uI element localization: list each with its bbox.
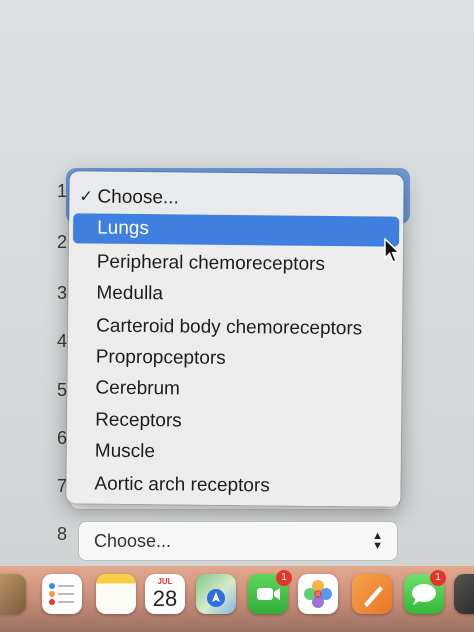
facetime-badge: 1 <box>276 570 292 586</box>
menu-item-muscle[interactable]: Muscle <box>71 436 397 469</box>
menu-item-label: Cerebrum <box>95 377 181 400</box>
messages-badge: 1 <box>430 570 446 586</box>
menu-item-propropceptors[interactable]: Propropceptors <box>72 342 398 375</box>
maps-glyph <box>207 589 225 607</box>
menu-item-aortic-arch-receptors[interactable]: Aortic arch receptors <box>70 469 396 502</box>
select-value: Choose... <box>94 531 172 551</box>
menu-item-cerebrum[interactable]: Cerebrum <box>71 373 397 406</box>
select-row-8[interactable]: Choose... ▲ ▼ <box>78 521 398 561</box>
menu-item-lungs[interactable]: Lungs <box>72 213 400 247</box>
mouse-pointer-icon <box>384 238 400 263</box>
menu-item-peripheral-chemoreceptors[interactable]: Peripheral chemoreceptors <box>73 247 399 280</box>
menu-item-label: Peripheral chemoreceptors <box>96 251 326 275</box>
calendar-day: 28 <box>152 586 178 611</box>
row-number-4: 4 <box>57 331 68 351</box>
app-icon[interactable] <box>454 574 474 614</box>
row-number-5: 5 <box>57 380 68 400</box>
row-number-2: 2 <box>57 232 68 252</box>
notes-icon[interactable] <box>96 574 136 614</box>
maps-icon[interactable] <box>196 574 236 614</box>
menu-item-label: Propropceptors <box>95 346 226 369</box>
pen-glyph <box>364 586 383 607</box>
pages-icon[interactable] <box>352 574 392 614</box>
menu-item-label: Medulla <box>96 282 164 305</box>
menu-item-label: Choose... <box>97 186 179 209</box>
row-number-8: 8 <box>57 524 68 544</box>
reminders-glyph <box>49 583 74 605</box>
photos-icon[interactable] <box>298 574 338 614</box>
row-number-3: 3 <box>57 283 68 303</box>
reminders-icon[interactable] <box>42 574 82 614</box>
menu-item-label: Lungs <box>97 217 150 240</box>
dropdown-menu: ✓ Choose... Lungs Peripheral chemorecept… <box>66 171 404 507</box>
photos-glyph <box>304 580 332 608</box>
menu-item-receptors[interactable]: Receptors <box>71 405 397 438</box>
launchpad-icon[interactable] <box>0 574 26 614</box>
select-stepper-icon: ▲ ▼ <box>372 530 383 552</box>
menu-item-carteroid-body-chemoreceptors[interactable]: Carteroid body chemoreceptors <box>72 311 398 344</box>
menu-item-label: Receptors <box>95 409 182 432</box>
menu-item-label: Aortic arch receptors <box>94 473 270 497</box>
row-number-6: 6 <box>57 428 68 448</box>
calendar-month: JUL <box>157 577 173 586</box>
menu-item-medulla[interactable]: Medulla <box>72 278 398 311</box>
menu-item-label: Carteroid body chemoreceptors <box>96 315 363 340</box>
checkmark-icon: ✓ <box>79 188 93 206</box>
dock: JUL 28 1 1 <box>0 566 474 632</box>
calendar-icon[interactable]: JUL 28 <box>145 574 185 614</box>
menu-item-choose[interactable]: ✓ Choose... <box>73 182 399 215</box>
menu-item-label: Muscle <box>94 440 156 463</box>
